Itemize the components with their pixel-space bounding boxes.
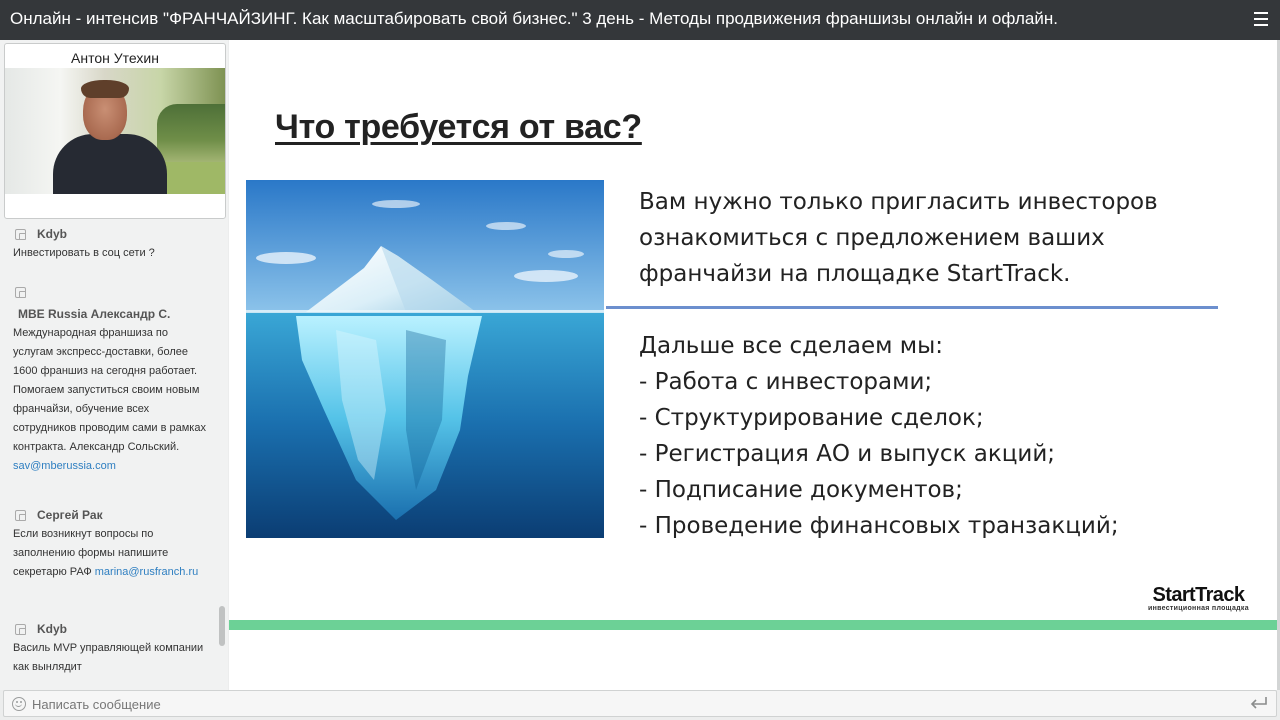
sidebar: Антон Утехин Kdyb Инвестировать в соц се… xyxy=(0,40,228,690)
chat-text: Василь MVP управляющей компании как вынл… xyxy=(13,642,204,673)
chat-author: Сергей Рак xyxy=(37,508,103,522)
chat-author: Kdyb xyxy=(37,622,67,636)
copy-icon[interactable] xyxy=(15,228,26,240)
slide-text-line: - Структурирование сделок; xyxy=(639,405,984,431)
slide-text-line: франчайзи на площадке StartTrack. xyxy=(639,261,1071,287)
slide-text-line: Дальше все сделаем мы: xyxy=(639,333,944,359)
logo-brand: StartTrack xyxy=(1152,584,1245,606)
hamburger-menu-icon[interactable] xyxy=(1254,12,1268,26)
slide-accent-line xyxy=(229,620,1278,630)
slide-divider xyxy=(606,306,1218,309)
iceberg-image xyxy=(246,180,604,538)
chat-scrollbar[interactable] xyxy=(219,606,225,646)
enter-send-icon[interactable] xyxy=(1250,696,1268,710)
slide-paragraph-1: Вам нужно только пригласить инвесторов о… xyxy=(639,184,1199,292)
slide-text-line: - Работа с инвесторами; xyxy=(639,369,933,395)
slide-text-line: ознакомиться с предложением ваших xyxy=(639,225,1105,251)
webcam-video xyxy=(5,68,225,194)
chat-message: Kdyb Василь MVP управляющей компании как… xyxy=(13,621,209,677)
presentation-slide: Что требуется от вас? Вам нужно только п… xyxy=(229,40,1280,690)
copy-icon[interactable] xyxy=(15,623,26,635)
slide-text-line: - Подписание документов; xyxy=(639,477,963,503)
page-title: Онлайн - интенсив "ФРАНЧАЙЗИНГ. Как масш… xyxy=(10,9,1058,28)
chat-author: МВЕ Russia Александр С. xyxy=(18,307,171,321)
slide-title: Что требуется от вас? xyxy=(275,108,642,146)
chat-text: Инвестировать в соц сети ? xyxy=(13,247,155,259)
copy-icon[interactable] xyxy=(15,286,26,298)
presenter-name: Антон Утехин xyxy=(71,50,159,66)
copy-icon[interactable] xyxy=(15,509,26,521)
slide-text-line: - Проведение финансовых транзакций; xyxy=(639,513,1119,539)
message-input[interactable] xyxy=(32,693,1232,715)
emoji-icon[interactable] xyxy=(12,697,26,711)
chat-author: Kdyb xyxy=(37,227,67,241)
webcam-panel: Антон Утехин xyxy=(4,43,226,219)
logo-subtitle: инвестиционная площадка xyxy=(1148,605,1249,612)
chat-list: Kdyb Инвестировать в соц сети ? МВЕ Russ… xyxy=(0,226,218,690)
slide-text-line: - Регистрация АО и выпуск акций; xyxy=(639,441,1056,467)
chat-email-link[interactable]: sav@mberussia.com xyxy=(13,460,116,472)
chat-message: Сергей Рак Если возникнут вопросы по зап… xyxy=(13,507,209,582)
top-bar: Онлайн - интенсив "ФРАНЧАЙЗИНГ. Как масш… xyxy=(0,0,1280,40)
chat-message: Kdyb Инвестировать в соц сети ? xyxy=(13,226,209,263)
starttrack-logo: StartTrack инвестиционная площадка xyxy=(1148,584,1249,612)
chat-message: МВЕ Russia Александр С. Международная фр… xyxy=(13,284,209,476)
slide-paragraph-2: Дальше все сделаем мы: - Работа с инвест… xyxy=(639,328,1239,544)
message-input-bar xyxy=(3,690,1277,717)
slide-text-line: Вам нужно только пригласить инвесторов xyxy=(639,189,1158,215)
chat-email-link[interactable]: marina@rusfranch.ru xyxy=(95,566,198,578)
chat-text: Международная франшиза по услугам экспре… xyxy=(13,327,206,453)
